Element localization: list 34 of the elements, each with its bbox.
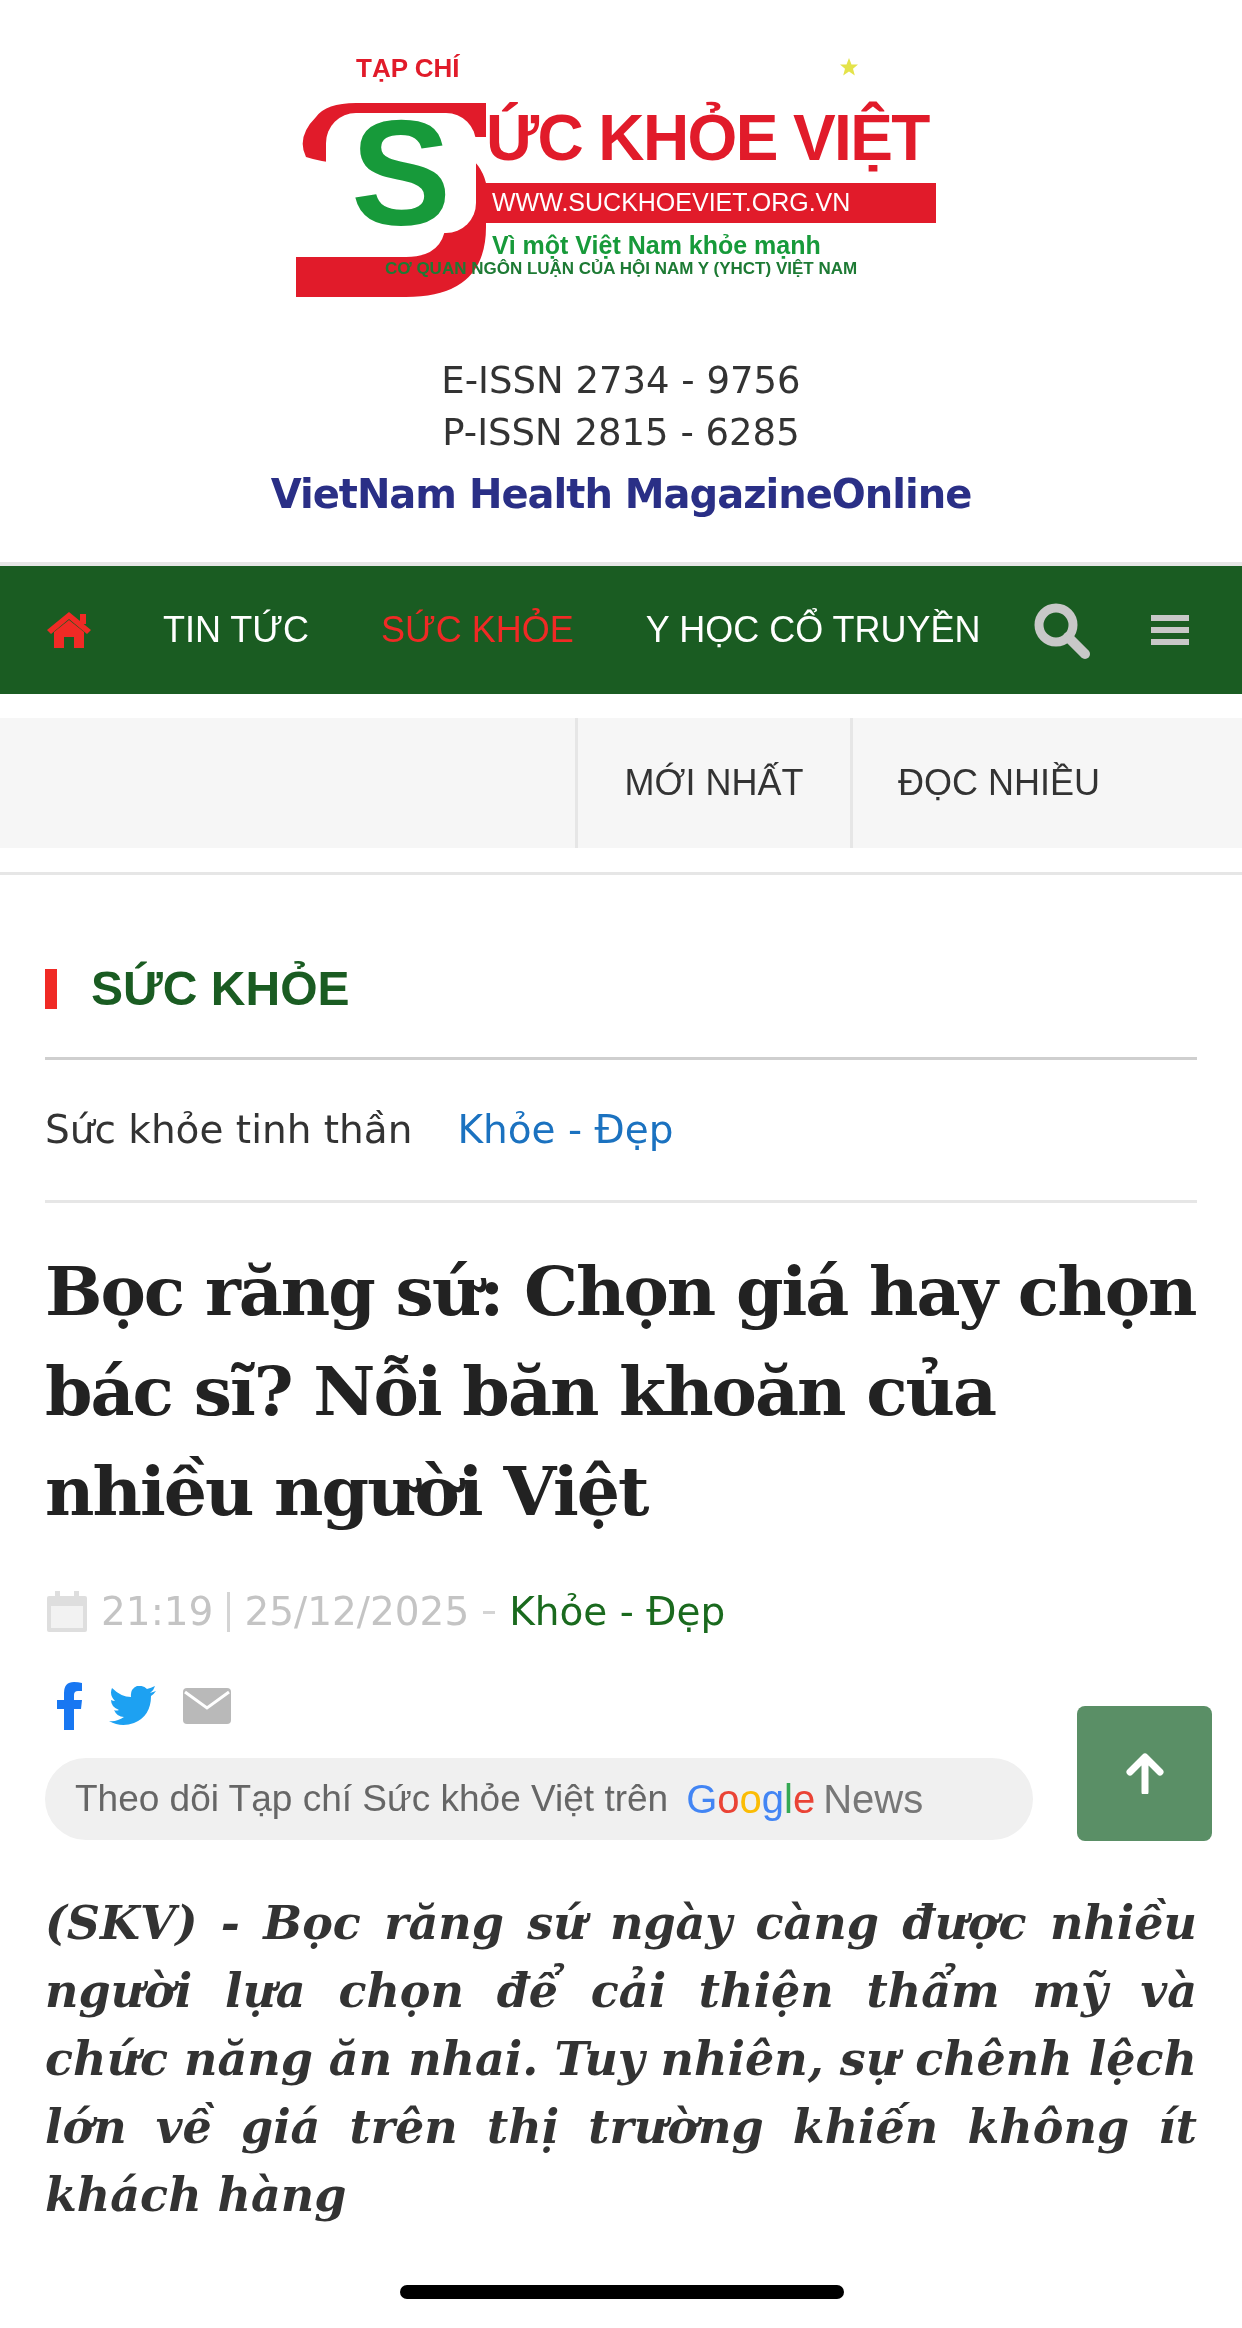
google-news-follow-button[interactable]: Theo dõi Tạp chí Sức khỏe Việt trên Google News — [45, 1758, 1033, 1840]
bird-icon[interactable] — [109, 1685, 157, 1726]
logo-org: CƠ QUAN NGÔN LUẬN CỦA HỘI NAM Y (YHCT) VIỆT NAM — [383, 260, 859, 277]
article-lead: (SKV) - Bọc răng sứ ngày càng được nhiều người lựa chọn để cải thiện thẩm mỹ và chức năng ăn nhai. Tuy nhiên, sự chênh lệch lớn về giá trên thị trường khiến không ít khách hàng — [45, 1894, 1197, 2224]
subnav-tab[interactable]: MỚI NHẤT — [575, 718, 850, 848]
logo-initial: S — [326, 113, 476, 233]
issn-number: E-ISSN 2734 - 9756 — [441, 358, 801, 404]
article-date: 25/12/2025 — [244, 1588, 470, 1636]
logo-url: WWW.SUCKHOEVIET.ORG.VN — [492, 190, 851, 215]
home-icon[interactable] — [45, 610, 93, 650]
subcategory-link[interactable]: Sức khỏe tinh thần — [45, 1100, 413, 1160]
google-news-logo: Google News — [686, 1776, 924, 1823]
section-marker — [45, 969, 57, 1009]
mail-icon[interactable] — [183, 1687, 231, 1724]
logo-title: ỨC KHỎE VIỆT — [486, 100, 929, 176]
nav-link[interactable]: TIN TỨC — [163, 603, 310, 657]
article-title: Bọc răng sứ: Chọn giá hay chọn bác sĩ? Nỗi băn khoăn của nhiều người Việt — [45, 1250, 1197, 1533]
section-title: SỨC KHỎE — [91, 960, 350, 1017]
arrow-up-icon — [1124, 1752, 1165, 1794]
calendar-icon — [45, 1590, 89, 1635]
subnav-tab[interactable]: ĐỌC NHIỀU — [850, 718, 1242, 848]
star-icon — [839, 57, 859, 77]
issn-number: P-ISSN 2815 - 6285 — [442, 410, 800, 456]
logo-slogan: Vì một Việt Nam khỏe mạnh — [492, 233, 821, 258]
nav-link[interactable]: Y HỌC CỔ TRUYỀN — [645, 603, 981, 657]
scroll-to-top-button[interactable] — [1077, 1705, 1212, 1841]
follow-text: Theo dõi Tạp chí Sức khỏe Việt trên — [75, 1777, 669, 1822]
facebook-icon[interactable] — [57, 1681, 83, 1730]
menu-icon[interactable] — [1150, 613, 1189, 647]
magazine-tagline: VietNam Health MagazineOnline — [270, 470, 972, 519]
article-time: 21:19 — [101, 1588, 214, 1636]
subcategory-link[interactable]: Khỏe - Đẹp — [457, 1100, 674, 1160]
category-link[interactable]: Khỏe - Đẹp — [509, 1583, 726, 1642]
logo-kicker: TẠP CHÍ — [356, 55, 460, 81]
